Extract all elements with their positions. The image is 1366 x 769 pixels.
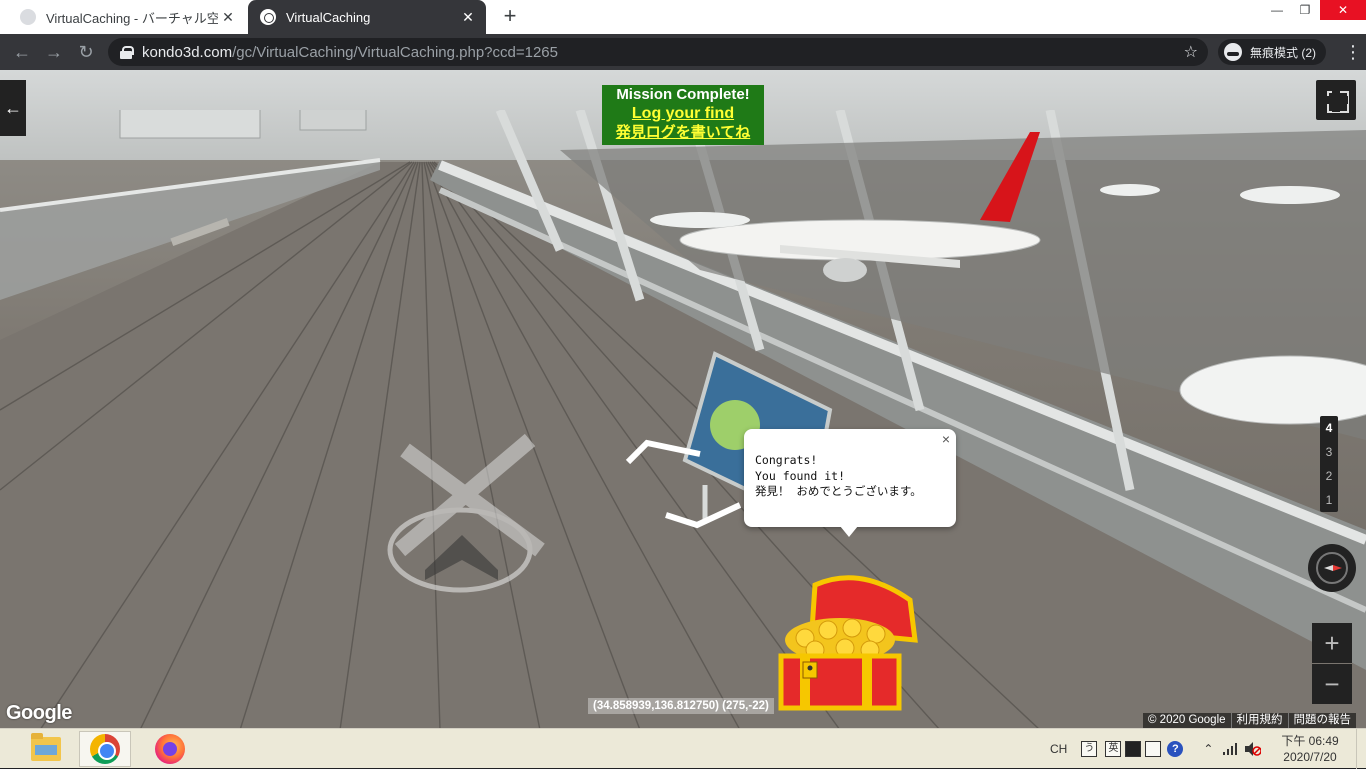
firefox-icon (155, 734, 185, 764)
floor-level-selector: 4 3 2 1 (1320, 416, 1338, 512)
taskbar-chrome[interactable] (79, 731, 131, 767)
globe-icon (260, 9, 276, 25)
level-3-button[interactable]: 3 (1320, 440, 1338, 464)
forward-button[interactable]: → (42, 40, 66, 64)
congrats-info-window: × Congrats! You found it! 発見！ おめでとうございます… (744, 429, 956, 537)
report-problem-link[interactable]: 問題の報告 (1289, 713, 1357, 728)
terms-link[interactable]: 利用規約 (1232, 713, 1289, 728)
mission-complete-banner: Mission Complete! Log your find 発見ログを書いて… (602, 85, 764, 145)
help-icon[interactable]: ? (1167, 741, 1184, 757)
close-icon[interactable]: × (942, 431, 950, 447)
browser-menu-icon[interactable]: ⋮ (1344, 40, 1362, 64)
clock-date: 2020/7/20 (1283, 750, 1337, 764)
incognito-icon (1224, 43, 1242, 61)
congrats-line: Congrats! (755, 453, 818, 467)
zoom-in-button[interactable]: + (1312, 623, 1352, 663)
url-path: /gc/VirtualCaching/VirtualCaching.php?cc… (232, 43, 558, 61)
level-4-button[interactable]: 4 (1320, 416, 1338, 440)
level-1-button[interactable]: 1 (1320, 488, 1338, 512)
taskbar-file-explorer[interactable] (20, 731, 72, 767)
clock-time: 下午 06:49 (1281, 734, 1339, 748)
bookmark-star-icon[interactable]: ☆ (1184, 42, 1198, 62)
volume-muted-icon[interactable] (1245, 742, 1262, 756)
ime-keyboard-icon[interactable] (1145, 741, 1162, 757)
coordinates-readout: (34.858939,136.812750) (275,-22) (588, 698, 774, 714)
google-logo[interactable]: Google (6, 702, 72, 725)
show-desktop-button[interactable] (1356, 729, 1366, 769)
log-find-link[interactable]: Log your find (602, 104, 764, 123)
address-bar[interactable]: kondo3d.com /gc/VirtualCaching/VirtualCa… (108, 38, 1208, 66)
compass-control[interactable] (1308, 544, 1356, 592)
fullscreen-icon (1324, 96, 1348, 104)
back-button[interactable]: ← (10, 40, 34, 64)
level-2-button[interactable]: 2 (1320, 464, 1338, 488)
tab-virtualcaching-active[interactable]: VirtualCaching ✕ (248, 0, 486, 34)
incognito-indicator[interactable]: 無痕模式 (2) (1218, 39, 1327, 65)
fullscreen-button[interactable] (1316, 80, 1356, 120)
copyright-text: © 2020 Google (1143, 713, 1232, 728)
log-find-link-ja[interactable]: 発見ログを書いてね (602, 123, 764, 142)
chrome-icon (90, 734, 120, 764)
tab-title: VirtualCaching - バーチャル空間 (46, 10, 218, 26)
browser-toolbar: ← → ↻ kondo3d.com /gc/VirtualCaching/Vir… (0, 34, 1366, 70)
globe-icon (20, 9, 36, 25)
found-line-ja: 発見！ おめでとうございます。 (755, 484, 922, 498)
close-tab-icon[interactable]: ✕ (458, 9, 478, 26)
mission-title: Mission Complete! (616, 86, 750, 103)
observation-deck-scene (0, 110, 1366, 728)
url-host: kondo3d.com (142, 43, 233, 61)
tray-expand-icon[interactable]: ⌃ (1203, 742, 1213, 756)
taskbar-firefox[interactable] (144, 731, 196, 767)
zoom-out-button[interactable]: − (1312, 664, 1352, 704)
system-tray: CH う 英 ? ⌃ (1050, 729, 1262, 769)
network-icon[interactable] (1223, 743, 1239, 755)
close-tab-icon[interactable]: ✕ (218, 9, 238, 26)
ime-panel-icon[interactable] (1125, 741, 1142, 757)
incognito-label: 無痕模式 (2) (1250, 45, 1317, 60)
taskbar-clock[interactable]: 下午 06:49 2020/7/20 (1274, 733, 1346, 765)
map-attribution: © 2020 Google 利用規約 問題の報告 (1143, 713, 1357, 728)
ime-mode-box[interactable]: う (1081, 741, 1098, 757)
congrats-message: Congrats! You found it! 発見！ おめでとうございます。 (755, 453, 922, 500)
new-tab-button[interactable]: + (498, 5, 522, 29)
tab-virtualcaching-inactive[interactable]: VirtualCaching - バーチャル空間 ✕ (8, 0, 246, 34)
ime-language-label[interactable]: CH (1050, 742, 1067, 756)
restore-button[interactable]: ❐ (1290, 0, 1320, 20)
folder-icon (31, 733, 61, 761)
minimize-button[interactable]: — (1262, 0, 1292, 20)
tab-title: VirtualCaching (286, 9, 371, 25)
reload-button[interactable]: ↻ (74, 40, 98, 64)
window-close-button[interactable]: ✕ (1320, 0, 1366, 20)
ime-eng-box[interactable]: 英 (1105, 741, 1122, 757)
exit-street-view-button[interactable]: ← (0, 80, 26, 136)
found-line: You found it! (755, 468, 846, 483)
windows-taskbar: CH う 英 ? ⌃ 下午 06:49 2020/7/20 (0, 728, 1366, 769)
tab-strip: VirtualCaching - バーチャル空間 ✕ VirtualCachin… (0, 0, 1366, 34)
compass-needle-icon (1324, 565, 1342, 571)
street-view-panorama[interactable]: ← Mission Complete! Log your find 発見ログを書… (0, 70, 1366, 728)
lock-icon[interactable] (120, 46, 134, 59)
